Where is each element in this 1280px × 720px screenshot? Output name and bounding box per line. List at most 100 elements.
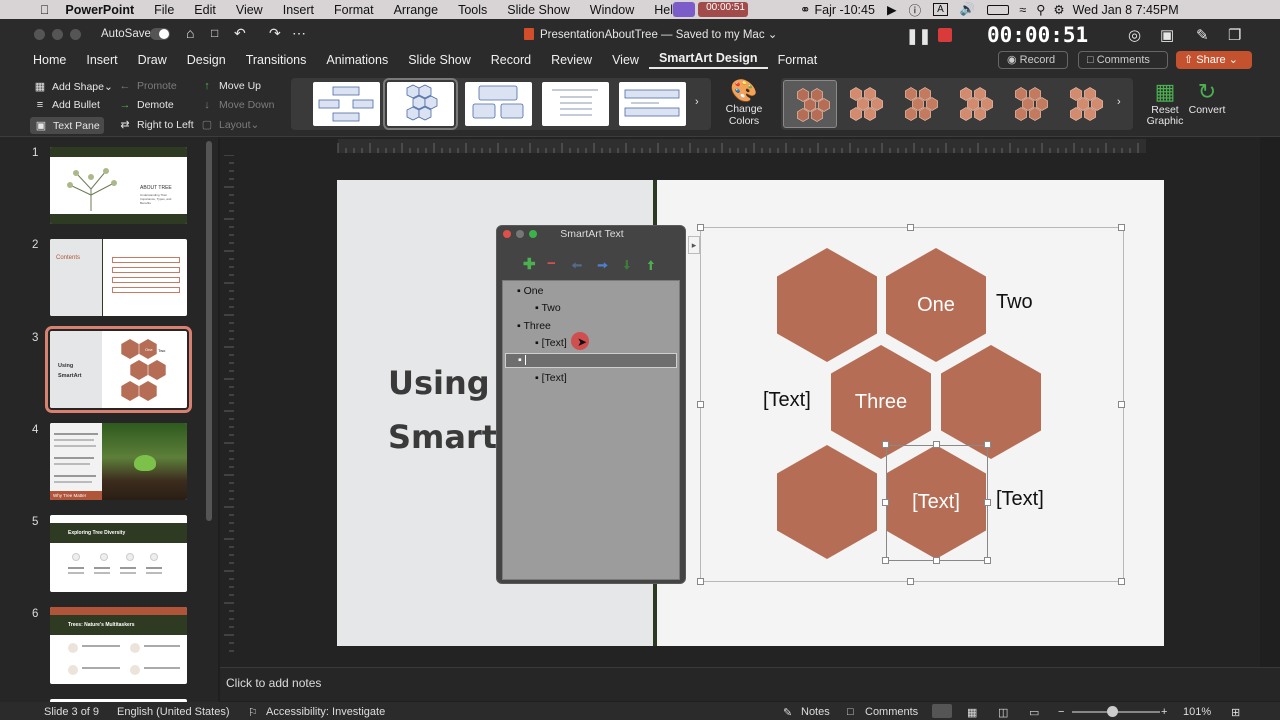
- slide-thumbnail-3[interactable]: Using SmartArt One Two: [45, 326, 192, 413]
- play-icon[interactable]: ▶: [887, 2, 897, 17]
- recording-indicator[interactable]: 00:00:51: [698, 2, 748, 17]
- frame-handle-b[interactable]: [907, 578, 914, 585]
- label-two[interactable]: Two: [996, 291, 1033, 314]
- style-thumb-2[interactable]: [837, 80, 891, 128]
- tab-draw[interactable]: Draw: [128, 53, 177, 67]
- screenshot-icon[interactable]: ▣: [1160, 26, 1174, 44]
- style-thumb-6[interactable]: [1057, 80, 1111, 128]
- label-text-right[interactable]: [Text]: [996, 488, 1044, 511]
- slide-thumbnail-1[interactable]: ABOUT TREE Understanding Their Importanc…: [50, 147, 187, 224]
- style-thumb-5[interactable]: [1002, 80, 1056, 128]
- document-title[interactable]: PresentationAboutTree — Saved to my Mac …: [540, 27, 777, 41]
- list-item[interactable]: ▪ One: [517, 285, 544, 297]
- accessibility-icon[interactable]: ⓘ: [909, 0, 922, 19]
- normal-view-button[interactable]: [932, 704, 952, 718]
- reading-view-icon[interactable]: ◫: [998, 706, 1008, 719]
- tab-slideshow[interactable]: Slide Show: [398, 53, 481, 67]
- tab-insert[interactable]: Insert: [76, 53, 127, 67]
- label-text-left[interactable]: [Text]: [763, 389, 811, 412]
- frame-handle-tr[interactable]: [1118, 224, 1125, 231]
- prayer-time[interactable]: Fajr -10:45: [814, 3, 874, 17]
- layout-thumb-hexagon[interactable]: [383, 78, 458, 130]
- menu-window[interactable]: Window: [590, 3, 634, 17]
- notes-button[interactable]: Notes: [801, 706, 830, 718]
- layout-thumb-list[interactable]: [542, 82, 609, 126]
- slideshow-view-icon[interactable]: ▭: [1029, 706, 1039, 719]
- pane-minimize-button[interactable]: [516, 230, 524, 238]
- pane-promote-icon[interactable]: 🠨: [571, 255, 582, 279]
- screen-record-icon[interactable]: [673, 2, 695, 17]
- text-pane-toggle-icon[interactable]: ▸: [688, 236, 700, 254]
- fit-slide-icon[interactable]: ⊞: [1231, 706, 1240, 719]
- layout-thumb-stacked[interactable]: [619, 82, 686, 126]
- text-pane-button[interactable]: ▣ Text Pane: [30, 117, 104, 134]
- list-item-editing[interactable]: ▪: [505, 353, 677, 368]
- window-minimize-button[interactable]: [52, 29, 63, 40]
- shape-handle-tr[interactable]: [984, 441, 991, 448]
- layout-thumb-boxes[interactable]: [465, 82, 532, 126]
- reset-graphic-button[interactable]: ▦ Reset Graphic: [1146, 79, 1184, 127]
- input-source-icon[interactable]: A: [933, 3, 948, 16]
- volume-icon[interactable]: 🔊: [960, 2, 976, 17]
- comments-button[interactable]: □ Comments: [1078, 51, 1168, 69]
- home-icon[interactable]: ⌂: [186, 25, 194, 41]
- promote-button[interactable]: ← Promote: [118, 80, 177, 92]
- shape-handle-b[interactable]: [933, 557, 940, 564]
- comments-icon[interactable]: □: [847, 706, 854, 718]
- tab-transitions[interactable]: Transitions: [236, 53, 317, 67]
- tab-record[interactable]: Record: [481, 53, 541, 67]
- autosave-toggle[interactable]: [150, 28, 170, 40]
- undo-icon[interactable]: ↶: [234, 25, 246, 42]
- notes-placeholder[interactable]: Click to add notes: [226, 676, 321, 690]
- comments-status-button[interactable]: Comments: [865, 706, 918, 718]
- menu-arrange[interactable]: Arrange: [394, 3, 438, 17]
- layout-button[interactable]: ▢ Layout ⌄: [200, 118, 260, 132]
- pen-icon[interactable]: ✎: [1196, 26, 1209, 44]
- search-icon[interactable]: ⚲: [1036, 2, 1045, 17]
- right-to-left-button[interactable]: ⇄ Right to Left: [118, 118, 193, 132]
- window-close-button[interactable]: [34, 29, 45, 40]
- zoom-in-button[interactable]: +: [1161, 706, 1167, 718]
- slide-sorter-view-icon[interactable]: ▦: [967, 706, 977, 719]
- pane-move-up-icon[interactable]: 🠩: [647, 255, 655, 279]
- language-indicator[interactable]: English (United States): [117, 706, 230, 718]
- style-thumb-4[interactable]: [947, 80, 1001, 128]
- shape-handle-r[interactable]: [984, 499, 991, 506]
- shape-handle-tl[interactable]: [882, 441, 889, 448]
- change-colors-button[interactable]: 🎨 Change Colors: [722, 79, 766, 135]
- move-up-button[interactable]: ↑ Move Up: [200, 80, 261, 92]
- menu-view[interactable]: View: [236, 3, 263, 17]
- layout-thumb-hierarchy[interactable]: [313, 82, 380, 126]
- tab-view[interactable]: View: [602, 53, 649, 67]
- control-center-icon[interactable]: ⚙: [1053, 2, 1064, 17]
- share-button[interactable]: ⇧ Share ⌄: [1176, 51, 1252, 69]
- pause-recording-button[interactable]: ❚❚: [906, 27, 931, 45]
- frame-handle-t[interactable]: [907, 224, 914, 231]
- list-item[interactable]: ▪ [Text]: [535, 372, 567, 384]
- convert-button[interactable]: ↻ Convert: [1186, 79, 1228, 116]
- tab-format[interactable]: Format: [768, 53, 828, 67]
- redo-icon[interactable]: ↷: [269, 25, 281, 42]
- slide-thumbnail-5[interactable]: Exploring Tree Diversity: [50, 515, 187, 592]
- pane-demote-icon[interactable]: 🠪: [597, 255, 608, 279]
- style-thumb-3[interactable]: [892, 80, 946, 128]
- headphones-icon[interactable]: ⚭: [800, 2, 810, 17]
- notes-pane[interactable]: Click to add notes: [220, 667, 1280, 701]
- menu-file[interactable]: File: [154, 3, 174, 17]
- window-zoom-button[interactable]: [70, 29, 81, 40]
- clock[interactable]: Wed Jan 8 7:45PM: [1073, 3, 1179, 17]
- list-item[interactable]: ▪ [Text]: [535, 337, 567, 349]
- move-down-button[interactable]: ↓ Move Down: [200, 99, 274, 111]
- list-item[interactable]: ▪ Two: [535, 302, 561, 314]
- save-icon[interactable]: □: [211, 26, 218, 40]
- add-shape-button[interactable]: ▦ Add Shape ⌄: [33, 80, 113, 94]
- menu-slideshow[interactable]: Slide Show: [507, 3, 570, 17]
- tab-animations[interactable]: Animations: [316, 53, 398, 67]
- menu-insert[interactable]: Insert: [283, 3, 314, 17]
- zoom-out-button[interactable]: −: [1058, 706, 1064, 718]
- menu-tools[interactable]: Tools: [458, 3, 487, 17]
- zoom-level[interactable]: 101%: [1183, 706, 1211, 718]
- slide-thumbnail-4[interactable]: Why Tree Matter: [50, 423, 187, 500]
- menu-format[interactable]: Format: [334, 3, 374, 17]
- notes-icon[interactable]: ✎: [783, 706, 792, 719]
